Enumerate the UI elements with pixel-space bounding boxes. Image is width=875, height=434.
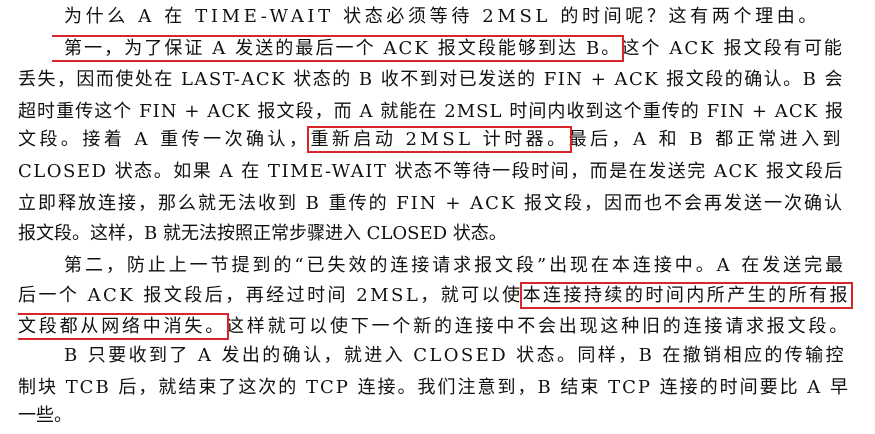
line-text: B 只要收到了 A 发出的确认，就进入 CLOSED 状态。同样，B 在撤销相应… [64,345,846,366]
document-page: 为什么 A 在 TIME-WAIT 状态必须等待 2MSL 的时间呢？这有两个理… [0,0,875,434]
line-text: 这个 ACK 报文段有可能 [621,38,844,59]
highlighted-phrase: 重新启动 2MSL 计时器。 [307,126,572,153]
text-line: 丢失，因而使处在 LAST-ACK 状态的 B 收不到对已发送的 FIN + A… [18,64,848,96]
text-line: 文段都从网络中消失。这样就可以使下一个新的连接中不会出现这种旧的连接请求报文段。 [18,311,854,343]
line-text: 一些。 [18,405,72,426]
highlighted-phrase: 第一，为了保证 A 发送的最后一个 ACK 报文段能够到达 B。 [52,35,625,62]
text-line: 后一个 ACK 报文段后，再经过时间 2MSL，就可以使本连接持续的时间内所产生… [18,280,854,312]
text-line: 文段。接着 A 重传一次确认，重新启动 2MSL 计时器。最后，A 和 B 都正… [18,124,848,156]
text-line: B 只要收到了 A 发出的确认，就进入 CLOSED 状态。同样，B 在撤销相应… [64,340,850,372]
text-line: 报文段。这样，B 就无法按照正常步骤进入 CLOSED 状态。 [18,218,848,250]
line-text: 第二，防止上一节提到的“已失效的连接请求报文段”出现在本连接中。A 在发送完最 [64,255,846,276]
text-line: 一些。 [18,400,318,432]
line-text: 这样就可以使下一个新的连接中不会出现这种旧的连接请求报文段。 [226,316,850,337]
text-line: CLOSED 状态。如果 A 在 TIME-WAIT 状态不等待一段时间，而是在… [18,156,848,188]
text-line: 第一，为了保证 A 发送的最后一个 ACK 报文段能够到达 B。这个 ACK 报… [52,33,848,65]
text-line: 第二，防止上一节提到的“已失效的连接请求报文段”出现在本连接中。A 在发送完最 [64,250,850,282]
line-text: 超时重传这个 FIN + ACK 报文段，而 A 就能在 2MSL 时间内收到这… [18,101,844,122]
text-line: 为什么 A 在 TIME-WAIT 状态必须等待 2MSL 的时间呢？这有两个理… [64,1,824,33]
line-text: 立即释放连接，那么就无法收到 B 重传的 FIN + ACK 报文段，因而也不会… [18,193,844,214]
line-text: 报文段。这样，B 就无法按照正常步骤进入 CLOSED 状态。 [18,223,507,244]
line-text: 为什么 A 在 TIME-WAIT 状态必须等待 2MSL 的时间呢？这有两个理… [64,6,820,27]
highlighted-phrase: 本连接持续的时间内所产生的所有报 [519,282,854,309]
line-text: CLOSED 状态。如果 A 在 TIME-WAIT 状态不等待一段时间，而是在… [18,161,844,182]
line-text: 最后，A 和 B 都正常进入到 [568,129,844,150]
line-text: 后一个 ACK 报文段后，再经过时间 2MSL，就可以使 [18,285,523,306]
line-text: 文段。接着 A 重传一次确认， [18,129,311,150]
line-text: 制块 TCB 后，就结束了这次的 TCP 连接。我们注意到，B 结束 TCP 连… [18,377,850,398]
text-line: 立即释放连接，那么就无法收到 B 重传的 FIN + ACK 报文段，因而也不会… [18,188,848,220]
line-text: 丢失，因而使处在 LAST-ACK 状态的 B 收不到对已发送的 FIN + A… [18,69,844,90]
highlighted-phrase: 文段都从网络中消失。 [18,313,229,340]
